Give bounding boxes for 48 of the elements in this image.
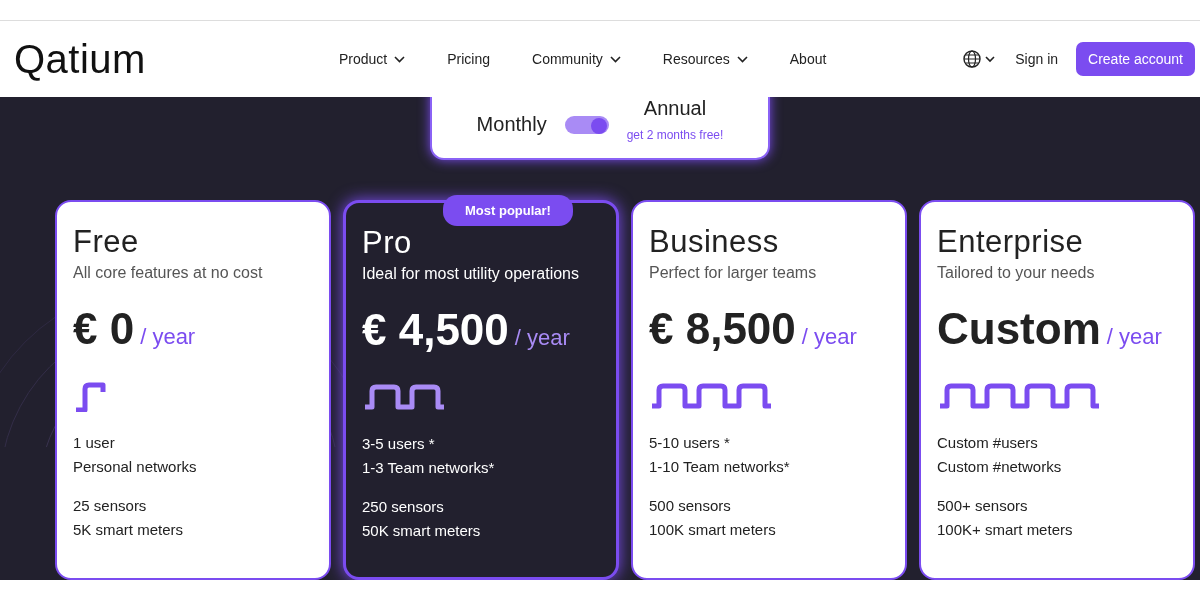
discount-note: get 2 months free!	[626, 128, 724, 142]
plan-feature: Custom #networks	[937, 458, 1063, 475]
nav-link[interactable]: Resources	[641, 47, 769, 71]
price-period: / year	[514, 325, 570, 351]
plan-limit: 5K smart meters	[73, 521, 185, 538]
plan-feature: 1 user	[73, 434, 116, 451]
plan-price: Custom	[937, 304, 1101, 354]
nav-link[interactable]: About	[768, 47, 848, 71]
plan-price: € 4,500	[362, 305, 509, 355]
plan-feature: Personal networks	[73, 458, 198, 475]
plan-tagline: Ideal for most utility operations	[362, 265, 580, 283]
plan-price: € 8,500	[649, 304, 796, 354]
logo[interactable]: Qatium	[14, 36, 304, 82]
billing-switch[interactable]	[564, 115, 609, 134]
monthly-label: Monthly	[476, 113, 547, 136]
plan-limit: 100K+ smart meters	[937, 521, 1074, 538]
plan-name: Business	[649, 224, 780, 260]
nav-link[interactable]: Community	[511, 47, 642, 71]
sign-in-link[interactable]: Sign in	[1007, 47, 1067, 71]
nav-link[interactable]: Pricing	[426, 47, 512, 71]
pipe-icon	[73, 380, 107, 412]
popular-badge: Most popular!	[443, 195, 573, 226]
plan-feature: 5-10 users *	[649, 434, 731, 451]
create-account-button[interactable]: Create account	[1076, 42, 1195, 76]
plan-tagline: Tailored to your needs	[937, 264, 1096, 282]
plan-limit: 100K smart meters	[649, 521, 777, 538]
plan-limit: 500 sensors	[649, 497, 732, 514]
plan-feature: 1-3 Team networks*	[362, 459, 496, 476]
plan-name: Enterprise	[937, 224, 1085, 260]
plan-name: Pro	[362, 225, 413, 261]
plan-limit: 25 sensors	[73, 497, 148, 514]
plan-feature: 3-5 users *	[362, 435, 436, 452]
plan-price: € 0	[73, 304, 135, 354]
price-period: / year	[140, 324, 196, 350]
plan-name: Free	[73, 224, 140, 260]
globe-icon	[963, 49, 998, 69]
price-period: / year	[801, 324, 857, 350]
plan-limit: 50K smart meters	[362, 522, 482, 539]
plan-tagline: All core features at no cost	[73, 264, 264, 282]
plan-limit: 500+ sensors	[937, 497, 1029, 514]
plan-feature: Custom #users	[937, 434, 1039, 451]
language-selector[interactable]	[963, 49, 998, 69]
price-period: / year	[1106, 324, 1162, 350]
nav-link[interactable]: Product	[318, 47, 427, 71]
plan-feature: 1-10 Team networks*	[649, 458, 791, 475]
plan-limit: 250 sensors	[362, 498, 445, 515]
annual-label: Annual	[643, 97, 707, 120]
plan-tagline: Perfect for larger teams	[649, 264, 818, 282]
